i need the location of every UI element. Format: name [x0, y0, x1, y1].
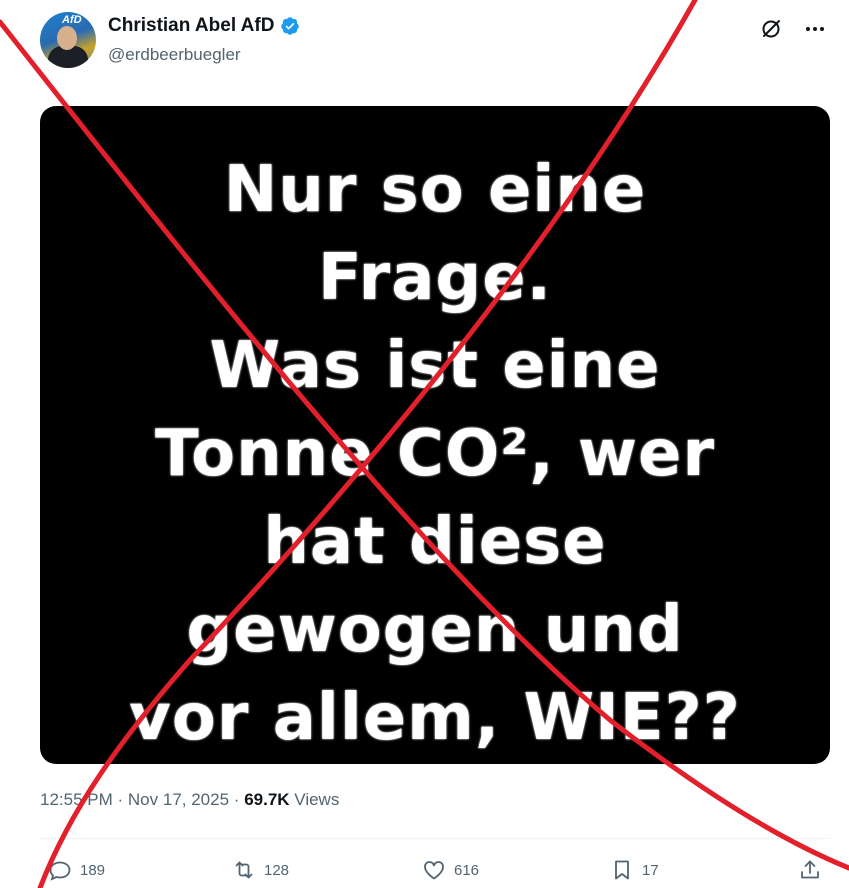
post: AfD Christian Abel AfD @erdbeerbuegler N…: [0, 0, 849, 888]
more-icon[interactable]: [802, 16, 828, 42]
meme-line: Tonne CO², wer: [154, 417, 716, 491]
avatar-badge: AfD: [62, 14, 82, 26]
repost-count: 128: [264, 861, 290, 879]
bookmark-icon: [615, 860, 629, 880]
author-name-row: Christian Abel AfD: [108, 15, 300, 37]
post-meta: 12:55 PM · Nov 17, 2025 · 69.7K Views: [40, 790, 339, 810]
share-button[interactable]: [798, 858, 822, 882]
post-header: AfD Christian Abel AfD @erdbeerbuegler: [40, 12, 840, 72]
meme-line: Nur so eine: [223, 153, 647, 227]
author-handle[interactable]: @erdbeerbuegler: [108, 45, 241, 65]
avatar-face: [57, 26, 77, 50]
views-label: Views: [294, 790, 340, 809]
grok-icon[interactable]: [758, 16, 784, 42]
reply-count: 189: [80, 861, 106, 879]
bookmark-button[interactable]: 17: [610, 858, 659, 882]
meta-separator: ·: [233, 790, 240, 809]
reply-icon: [49, 861, 71, 881]
views-count: 69.7K: [244, 790, 290, 809]
meme-line: Frage.: [318, 241, 552, 315]
action-bar: 189 128 616 17: [40, 852, 830, 888]
post-date[interactable]: Nov 17, 2025: [128, 790, 229, 809]
meme-line: gewogen und: [186, 593, 684, 667]
like-button[interactable]: 616: [422, 858, 479, 882]
avatar[interactable]: AfD: [40, 12, 96, 68]
meta-separator: ·: [117, 790, 124, 809]
like-count: 616: [454, 861, 480, 879]
meme-line: vor allem, WIE??: [129, 681, 741, 755]
post-image[interactable]: Nur so eine Frage. Was ist eine Tonne CO…: [40, 106, 830, 764]
header-icons: [758, 16, 828, 42]
post-time[interactable]: 12:55 PM: [40, 790, 113, 809]
meme-line: hat diese: [263, 505, 607, 579]
meme-text: Nur so eine Frage. Was ist eine Tonne CO…: [40, 146, 830, 762]
heart-icon: [424, 861, 444, 880]
verified-badge-icon: [281, 17, 300, 35]
meme-line: Was ist eine: [209, 329, 661, 403]
divider: [40, 838, 830, 839]
repost-icon: [235, 861, 253, 879]
repost-button[interactable]: 128: [232, 858, 289, 882]
share-icon: [801, 860, 819, 879]
author-name[interactable]: Christian Abel AfD: [108, 15, 274, 37]
reply-button[interactable]: 189: [48, 858, 105, 882]
bookmark-count: 17: [642, 861, 659, 879]
